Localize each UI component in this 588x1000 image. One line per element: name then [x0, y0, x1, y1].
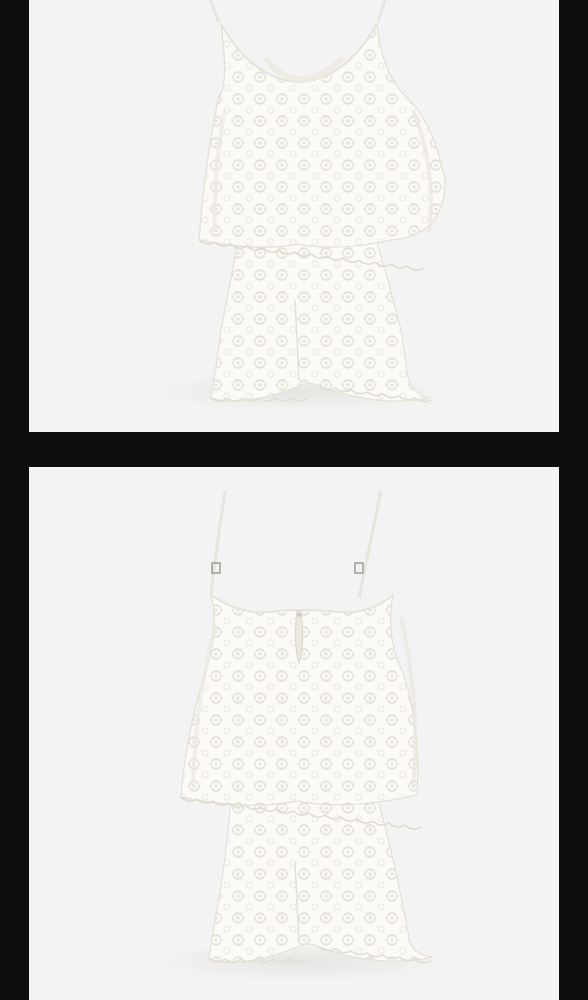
lace-romper-back-photo [149, 490, 449, 982]
product-photo-back[interactable] [29, 467, 559, 1000]
product-photo-front[interactable] [29, 0, 559, 432]
product-image-gallery [0, 0, 588, 1000]
lace-romper-front-photo [147, 0, 447, 412]
strap-adjuster [354, 562, 364, 574]
